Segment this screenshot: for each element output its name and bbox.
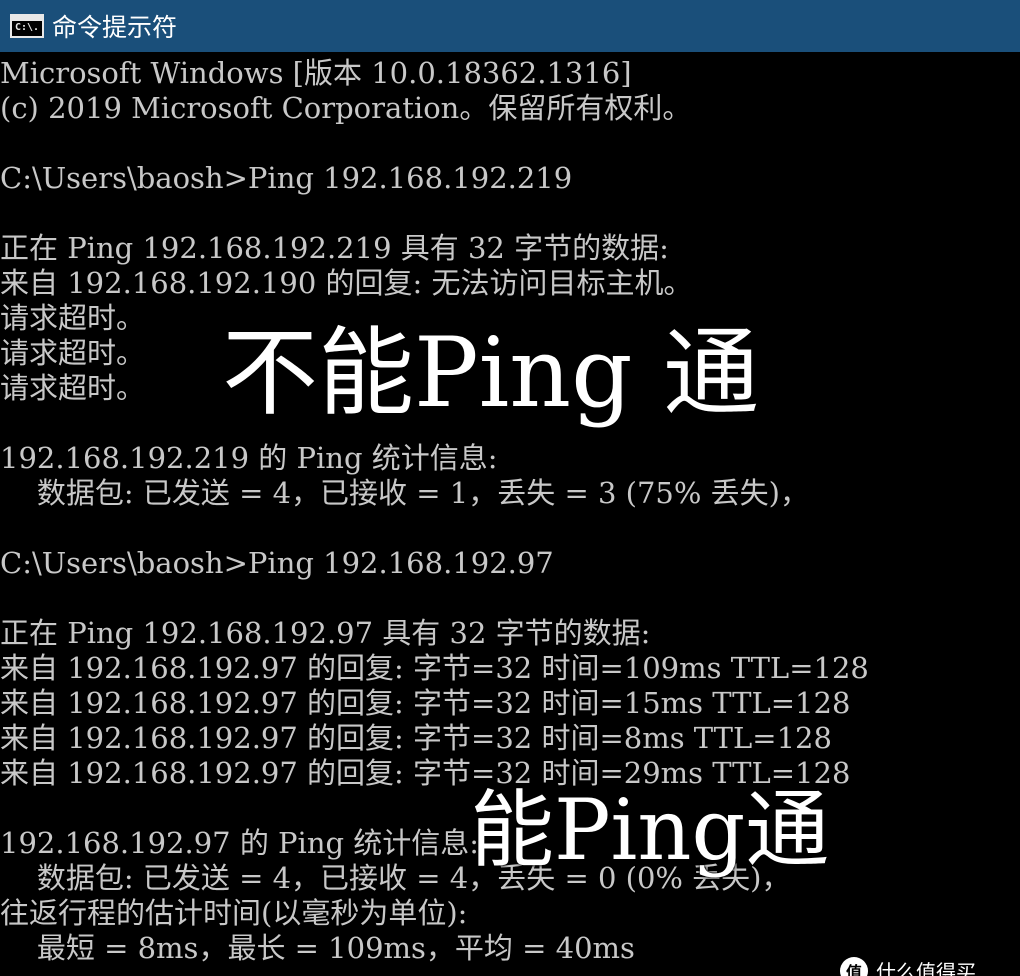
annotation-success: 能Ping通 <box>470 781 830 879</box>
console-line: 来自 192.168.192.97 的回复: 字节=32 时间=8ms TTL=… <box>0 721 832 755</box>
console-line: C:\Users\baosh>Ping 192.168.192.97 <box>0 546 554 580</box>
console-line: 来自 192.168.192.190 的回复: 无法访问目标主机。 <box>0 266 693 300</box>
console-line: (c) 2019 Microsoft Corporation。保留所有权利。 <box>0 91 692 125</box>
console-line: Microsoft Windows [版本 10.0.18362.1316] <box>0 56 632 90</box>
console-line: 来自 192.168.192.97 的回复: 字节=32 时间=15ms TTL… <box>0 686 851 720</box>
cmd-icon: C:\. <box>10 14 44 38</box>
window-title: 命令提示符 <box>52 13 178 42</box>
console-line: 192.168.192.219 的 Ping 统计信息: <box>0 441 498 475</box>
cmd-icon-label: C:\. <box>15 22 40 33</box>
console-line: 来自 192.168.192.97 的回复: 字节=32 时间=109ms TT… <box>0 651 869 685</box>
watermark: 值 什么值得买 <box>840 956 976 976</box>
title-bar[interactable]: C:\. 命令提示符 <box>0 0 1020 52</box>
console-line: 数据包: 已发送 = 4，已接收 = 1，丢失 = 3 (75% 丢失)， <box>0 476 809 510</box>
command-prompt-window: C:\. 命令提示符 Microsoft Windows [版本 10.0.18… <box>0 0 1020 976</box>
watermark-logo-icon: 值 <box>840 956 868 976</box>
annotation-fail: 不能Ping 通 <box>222 317 760 429</box>
console-line: C:\Users\baosh>Ping 192.168.192.219 <box>0 161 573 195</box>
console-line: 往返行程的估计时间(以毫秒为单位): <box>0 896 468 930</box>
console-line: 正在 Ping 192.168.192.97 具有 32 字节的数据: <box>0 616 651 650</box>
console-line: 正在 Ping 192.168.192.219 具有 32 字节的数据: <box>0 231 669 265</box>
watermark-text: 什么值得买 <box>876 960 976 976</box>
